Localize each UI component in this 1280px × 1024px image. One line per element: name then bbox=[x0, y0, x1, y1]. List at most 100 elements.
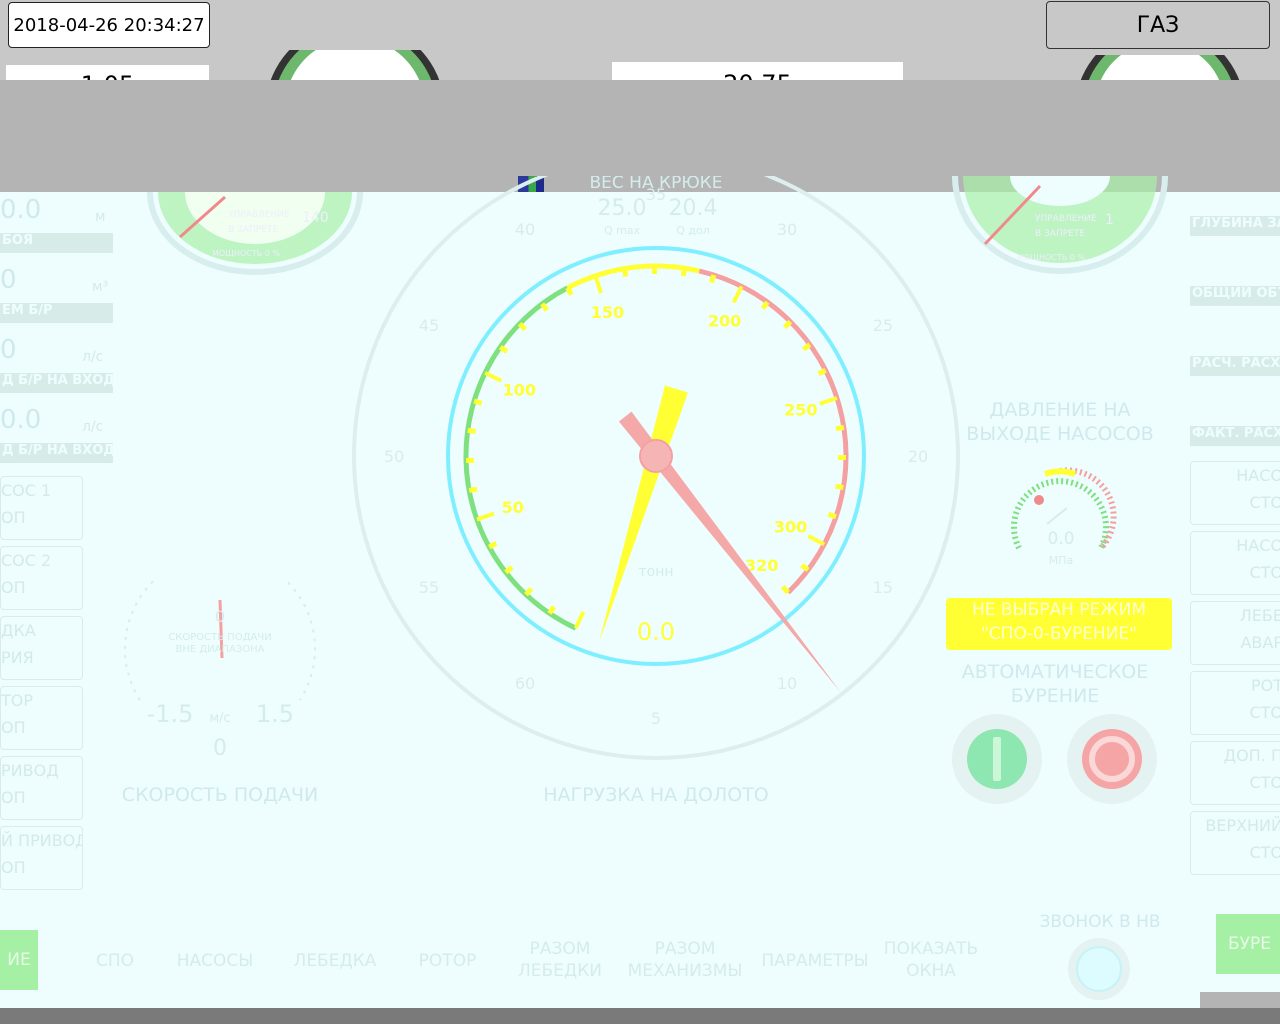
gauge-tick-label: 150 bbox=[591, 303, 624, 322]
right-label-volume: ОБЩИЙ ОБЪ bbox=[1190, 286, 1280, 306]
left-item-unit: м³ bbox=[92, 279, 109, 295]
auto-drill-line1: АВТОМАТИЧЕСКОЕ bbox=[961, 661, 1149, 683]
gauge-tick-label: 50 bbox=[502, 498, 524, 517]
right-button-top: ВЕРХНИЙ bbox=[1205, 816, 1280, 835]
outer-tick-label: 55 bbox=[419, 578, 439, 597]
left-item-label: ЕМ Б/Р bbox=[0, 303, 113, 323]
left-button-pump2[interactable]: СОС 2 ОП bbox=[0, 546, 83, 610]
right-button-top-drive[interactable]: ВЕРХНИЙ СТО bbox=[1190, 811, 1280, 875]
pump-pressure-title-line1: ДАВЛЕНИЕ НА bbox=[989, 399, 1131, 421]
tab-spo[interactable]: СПО bbox=[70, 950, 160, 972]
gauge-tick bbox=[517, 322, 528, 332]
mode-warning: НЕ ВЫБРАН РЕЖИМ "СПО-0-БУРЕНИЕ" bbox=[946, 598, 1172, 650]
left-gauge-tick: 140 bbox=[302, 210, 329, 226]
yellow-needle bbox=[598, 385, 688, 643]
pump-pressure-title-line2: ВЫХОДЕ НАСОСОВ bbox=[966, 423, 1154, 445]
bell-icon bbox=[1076, 946, 1122, 992]
feed-speed-gauge: 0 СКОРОСТЬ ПОДАЧИ ВНЕ ДИАПАЗОНА -1.5 1.5… bbox=[124, 580, 316, 761]
left-button-top: РИВОД bbox=[1, 761, 59, 780]
pump-pressure-gauge: 0.0 МПа bbox=[1011, 467, 1117, 567]
outer-tick-label: 10 bbox=[777, 674, 797, 693]
right-button-pump2[interactable]: НАСО СТО bbox=[1190, 531, 1280, 595]
gauge-tick bbox=[488, 541, 498, 550]
left-button-top: Й ПРИВОД bbox=[1, 831, 83, 850]
left-button-top-drive[interactable]: Й ПРИВОД ОП bbox=[0, 826, 83, 890]
gauge-tick-label: 300 bbox=[774, 518, 807, 537]
gauge-tick bbox=[731, 285, 744, 304]
right-button-top: ДОП. П bbox=[1223, 746, 1280, 765]
gauge-tick bbox=[565, 286, 574, 297]
left-gauge-status1: УПРАВЛЕНИЕ bbox=[228, 210, 290, 220]
pump-pressure-title: ДАВЛЕНИЕ НА ВЫХОДЕ НАСОСОВ bbox=[960, 398, 1160, 446]
outer-tick-label: 20 bbox=[908, 447, 928, 466]
right-button-winch[interactable]: ЛЕБЕ АВАР bbox=[1190, 601, 1280, 665]
gauge-tick bbox=[760, 300, 770, 311]
q-max-unit: Q max bbox=[604, 224, 641, 237]
pump-pressure-value: 0.0 bbox=[1047, 529, 1074, 549]
bell-label: ЗВОНОК В НВ bbox=[1039, 912, 1161, 932]
left-button-drive[interactable]: РИВОД ОП bbox=[0, 756, 83, 820]
auto-drill-title: АВТОМАТИЧЕСКОЕ БУРЕНИЕ bbox=[950, 660, 1160, 708]
left-button-pump1[interactable]: СОС 1 ОП bbox=[0, 476, 83, 540]
gauge-tick bbox=[476, 511, 495, 522]
gauge-tick bbox=[622, 268, 629, 277]
gauge-tick bbox=[709, 274, 717, 284]
gauge-tick bbox=[473, 398, 483, 406]
left-item-unit: м bbox=[95, 209, 106, 225]
right-button-bottom: СТО bbox=[1249, 703, 1280, 722]
outer-tick-label: 15 bbox=[873, 578, 893, 597]
auto-drill-stop-button[interactable] bbox=[1063, 710, 1161, 808]
left-button-bottom: ОП bbox=[1, 578, 26, 597]
bottom-bar bbox=[0, 1008, 1280, 1024]
feed-note1: СКОРОСТЬ ПОДАЧИ bbox=[168, 632, 271, 643]
gauge-tick bbox=[504, 565, 514, 575]
tab-rotor[interactable]: РОТОР bbox=[400, 950, 495, 972]
tab-winch-together[interactable]: РАЗОМ ЛЕБЕДКИ bbox=[505, 938, 615, 982]
right-button-aux[interactable]: ДОП. П СТО bbox=[1190, 741, 1280, 805]
right-gauge-tick: 1 bbox=[1105, 212, 1114, 228]
feed-zero-top: 0 bbox=[215, 607, 225, 626]
right-button-bottom: СТО bbox=[1249, 493, 1280, 512]
right-green-button[interactable]: БУРЕ bbox=[1216, 914, 1280, 974]
left-button-top: СОС 2 bbox=[1, 551, 52, 570]
left-item-unit: л/с bbox=[82, 419, 104, 435]
gauge-tick bbox=[593, 275, 603, 294]
start-icon bbox=[993, 737, 1001, 781]
left-green-button[interactable]: ИЕ bbox=[0, 930, 38, 990]
tab-pumps[interactable]: НАСОСЫ bbox=[165, 950, 265, 972]
gauge-tick bbox=[484, 371, 503, 383]
gauge-tick bbox=[827, 511, 837, 520]
main-gauge-value: 0.0 bbox=[637, 618, 675, 646]
gauge-tick bbox=[835, 424, 845, 432]
right-button-rotor[interactable]: РОТ СТО bbox=[1190, 671, 1280, 735]
gauge-tick bbox=[547, 605, 557, 615]
left-item-label: Д Б/Р НА ВХОДЕ bbox=[0, 373, 113, 393]
tab-parameters[interactable]: ПАРАМЕТРЫ bbox=[760, 950, 870, 972]
tab-mechanisms-together[interactable]: РАЗОМ МЕХАНИЗМЫ bbox=[625, 938, 745, 982]
outer-tick-label: 45 bbox=[419, 316, 439, 335]
tab-show-windows[interactable]: ПОКАЗАТЬ ОКНА bbox=[872, 938, 990, 982]
tab-winch[interactable]: ЛЕБЕДКА bbox=[280, 950, 390, 972]
left-button-winch[interactable]: ДКА РИЯ bbox=[0, 616, 83, 680]
left-button-bottom: РИЯ bbox=[1, 648, 34, 667]
auto-drill-start-button[interactable] bbox=[948, 710, 1046, 808]
mode-warning-line1: НЕ ВЫБРАН РЕЖИМ bbox=[971, 600, 1146, 620]
left-button-rotor[interactable]: ТОР ОП bbox=[0, 686, 83, 750]
feed-note2: ВНЕ ДИАПАЗОНА bbox=[175, 644, 264, 655]
left-button-bottom: ОП bbox=[1, 508, 26, 527]
gauge-tick-label: 250 bbox=[784, 401, 817, 420]
right-button-pump1[interactable]: НАСО СТО bbox=[1190, 461, 1280, 525]
left-button-top: ДКА bbox=[1, 621, 36, 640]
yellow-arc bbox=[566, 263, 700, 291]
gauge-tick bbox=[801, 342, 812, 352]
outer-tick-label: 30 bbox=[777, 220, 797, 239]
gas-button[interactable]: ГАЗ bbox=[1046, 1, 1270, 49]
left-button-bottom: ОП bbox=[1, 858, 26, 877]
gauge-tick bbox=[680, 267, 688, 277]
mode-warning-line2: "СПО-0-БУРЕНИЕ" bbox=[980, 624, 1137, 644]
bell-button[interactable] bbox=[1064, 934, 1134, 1004]
feed-speed-title: СКОРОСТЬ ПОДАЧИ bbox=[121, 784, 319, 806]
left-gauge-power: МОЩНОСТЬ 0 % bbox=[212, 249, 280, 258]
gauge-tick-label: 200 bbox=[708, 311, 741, 330]
right-button-bottom: СТО bbox=[1249, 773, 1280, 792]
